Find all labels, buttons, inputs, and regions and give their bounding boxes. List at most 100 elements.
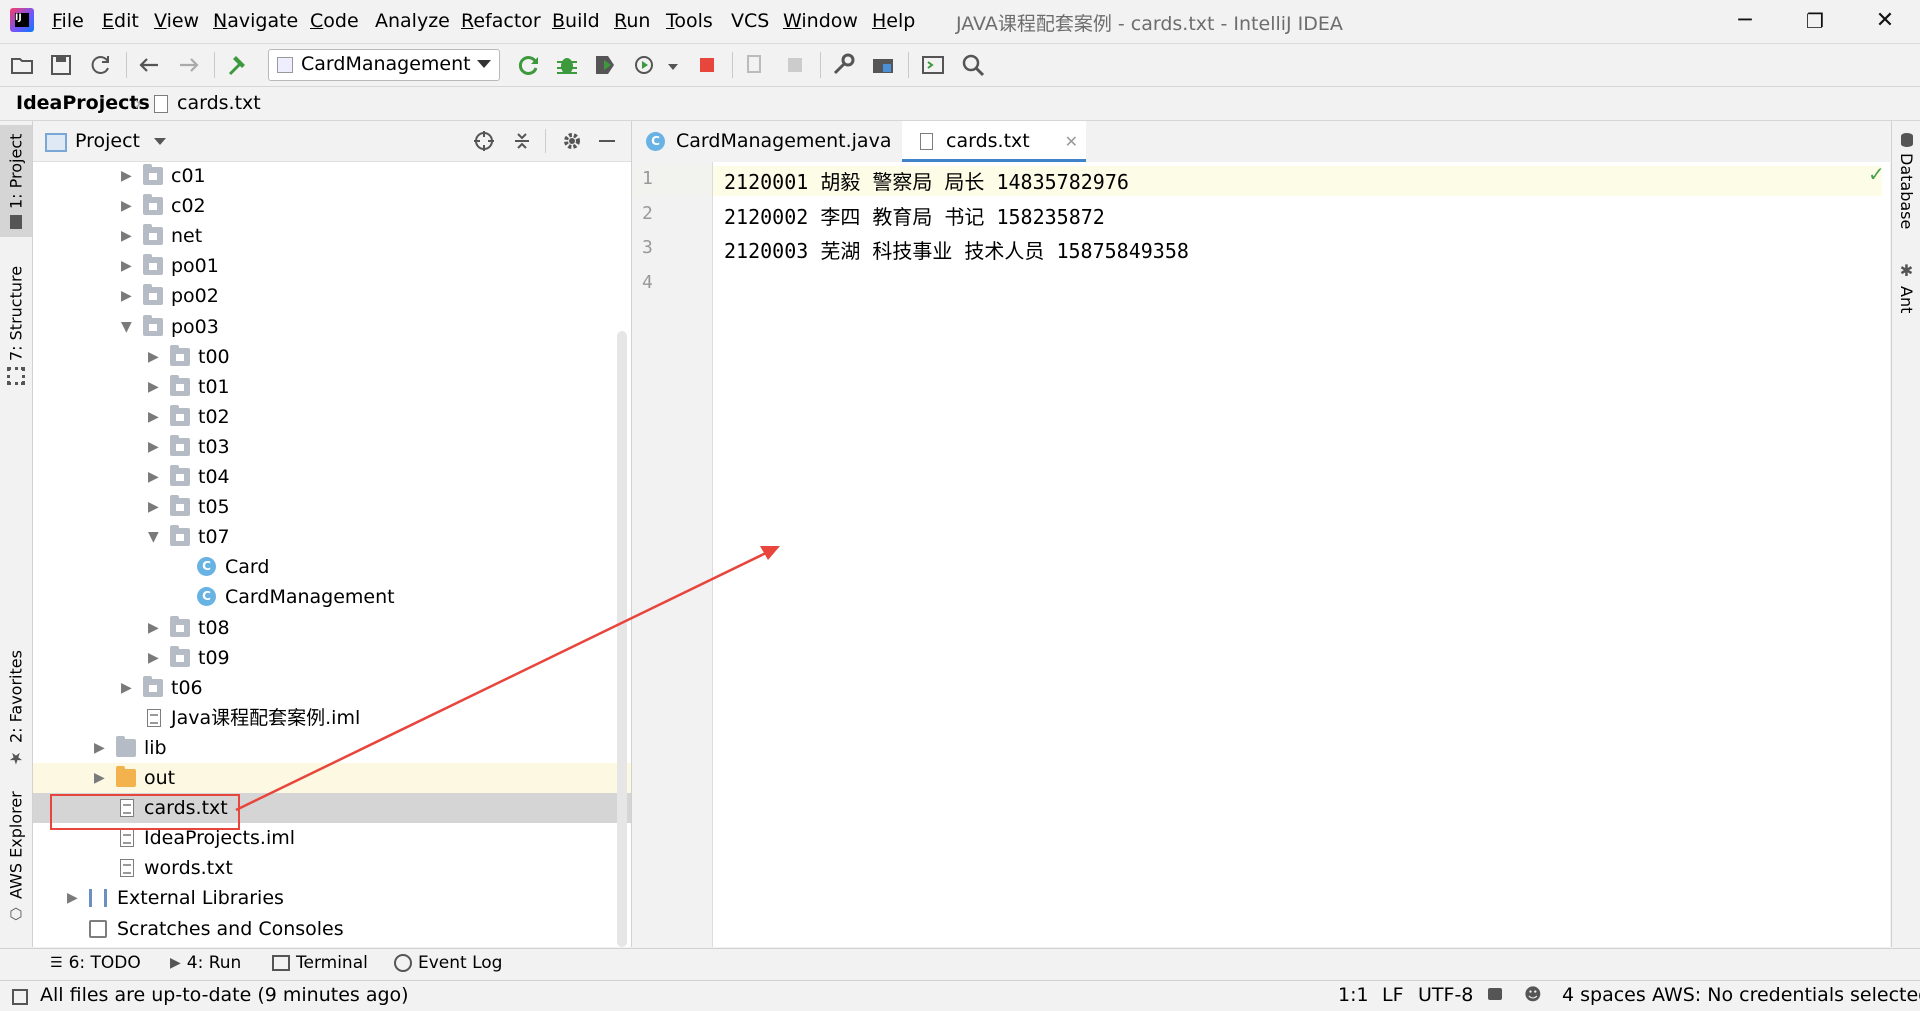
tree-node[interactable]: ▼ t07	[33, 522, 631, 552]
minimize-panel-icon[interactable]	[599, 140, 615, 142]
tree-node[interactable]: ▶ po02	[33, 281, 631, 311]
collapsed-arrow-icon[interactable]: ▶	[121, 251, 132, 281]
coverage-icon[interactable]	[590, 50, 620, 80]
tab-terminal[interactable]: Terminal	[272, 953, 368, 973]
code-line[interactable]: 2120003 芜湖 科技事业 技术人员 15875849358	[724, 235, 1189, 264]
tab-aws-explorer[interactable]: ⬡ AWS Explorer	[0, 791, 32, 923]
tree-node[interactable]: ▶ out	[33, 763, 631, 793]
file-encoding[interactable]: UTF-8	[1418, 984, 1473, 1006]
tree-node[interactable]: ▶ t01	[33, 372, 631, 402]
collapsed-arrow-icon[interactable]: ▶	[121, 161, 132, 191]
locate-crosshair-icon[interactable]	[473, 130, 495, 152]
menu-edit[interactable]: Edit	[102, 10, 139, 32]
lock-icon[interactable]	[1488, 988, 1502, 1000]
menu-vcs[interactable]: VCS	[731, 10, 769, 32]
collapsed-arrow-icon[interactable]: ▶	[148, 643, 159, 673]
forward-arrow-icon[interactable]	[174, 50, 204, 80]
tree-node[interactable]: ▶ t09	[33, 643, 631, 673]
tab-cards-txt[interactable]: cards.txt ✕	[902, 121, 1086, 162]
save-icon[interactable]	[46, 50, 76, 80]
hector-icon[interactable]: ☻	[1524, 985, 1542, 1005]
close-button[interactable]: ✕	[1855, 2, 1915, 40]
collapsed-arrow-icon[interactable]: ▶	[121, 221, 132, 251]
tree-node[interactable]: C Card	[33, 552, 631, 582]
collapsed-arrow-icon[interactable]: ▶	[148, 462, 159, 492]
collapsed-arrow-icon[interactable]: ▶	[94, 733, 105, 763]
status-toggle-icon[interactable]	[12, 989, 28, 1005]
menu-help[interactable]: Help	[872, 10, 915, 32]
collapsed-arrow-icon[interactable]: ▶	[148, 492, 159, 522]
collapsed-arrow-icon[interactable]: ▶	[148, 342, 159, 372]
tree-node[interactable]: ▶ net	[33, 221, 631, 251]
tree-node[interactable]: Scratches and Consoles	[33, 914, 631, 944]
tree-node[interactable]: ▶ po01	[33, 251, 631, 281]
code-line[interactable]: 2120002 李四 教育局 书记 158235872	[724, 201, 1105, 230]
expanded-arrow-icon[interactable]: ▼	[148, 522, 159, 552]
tab-run[interactable]: ▶ 4: Run	[170, 953, 241, 973]
tree-node[interactable]: ▶ c01	[33, 161, 631, 191]
tree-node[interactable]: ▶ lib	[33, 733, 631, 763]
collapsed-arrow-icon[interactable]: ▶	[121, 673, 132, 703]
tree-node[interactable]: ▶ t04	[33, 462, 631, 492]
breadcrumb-project[interactable]: IdeaProjects	[16, 92, 150, 114]
menu-window[interactable]: Window	[783, 10, 858, 32]
gear-icon[interactable]	[561, 130, 583, 152]
tree-node[interactable]: ▶ t06	[33, 673, 631, 703]
tab-favorites[interactable]: ★ 2: Favorites	[0, 649, 32, 769]
caret-position[interactable]: 1:1	[1338, 984, 1369, 1006]
tree-node[interactable]: ▶ t08	[33, 613, 631, 643]
code-line[interactable]: 2120001 胡毅 警察局 局长 14835782976	[724, 166, 1129, 195]
tree-scrollbar[interactable]	[617, 331, 627, 947]
menu-run[interactable]: Run	[614, 10, 650, 32]
project-view-selector[interactable]: Project	[75, 130, 167, 152]
debug-bug-icon[interactable]	[552, 50, 582, 80]
menu-code[interactable]: Code	[310, 10, 359, 32]
text-editor[interactable]: 1 2 3 4 2120001 胡毅 警察局 局长 14835782976 212000…	[632, 162, 1890, 947]
menu-view[interactable]: View	[154, 10, 199, 32]
stop-icon[interactable]	[692, 50, 722, 80]
settings-wrench-icon[interactable]	[828, 50, 858, 80]
tree-node[interactable]: ▶ t05	[33, 492, 631, 522]
tree-node[interactable]: C CardManagement	[33, 582, 631, 612]
restore-button[interactable]: ❐	[1785, 2, 1845, 40]
tree-node[interactable]: ▶ c02	[33, 191, 631, 221]
menu-refactor[interactable]: Refactor	[461, 10, 541, 32]
collapse-all-icon[interactable]	[511, 130, 533, 152]
build-hammer-icon[interactable]	[222, 50, 252, 80]
menu-build[interactable]: Build	[552, 10, 600, 32]
tree-node[interactable]: Java课程配套案例.iml	[33, 703, 631, 733]
tree-node[interactable]: ▶ t02	[33, 402, 631, 432]
search-icon[interactable]	[958, 50, 988, 80]
tree-node[interactable]: ▶ t03	[33, 432, 631, 462]
status-message[interactable]: All files are up-to-date (9 minutes ago)	[40, 984, 409, 1006]
back-arrow-icon[interactable]	[134, 50, 164, 80]
tab-project[interactable]: 1: Project	[0, 125, 32, 237]
tab-ant[interactable]: ✱ Ant	[1892, 261, 1920, 321]
collapsed-arrow-icon[interactable]: ▶	[148, 613, 159, 643]
project-structure-icon[interactable]	[868, 50, 898, 80]
tree-node[interactable]: ▶ t00	[33, 342, 631, 372]
indent-setting[interactable]: 4 spaces	[1562, 984, 1646, 1006]
run-configuration-dropdown[interactable]: CardManagement	[268, 49, 500, 81]
collapsed-arrow-icon[interactable]: ▶	[148, 372, 159, 402]
tab-database[interactable]: Database	[1892, 133, 1920, 243]
collapsed-arrow-icon[interactable]: ▶	[148, 402, 159, 432]
collapsed-arrow-icon[interactable]: ▶	[94, 763, 105, 793]
dump-threads-icon[interactable]	[780, 50, 810, 80]
tree-node[interactable]: ▶ External Libraries	[33, 883, 631, 913]
collapsed-arrow-icon[interactable]: ▶	[67, 883, 78, 913]
collapsed-arrow-icon[interactable]: ▶	[121, 281, 132, 311]
menu-tools[interactable]: Tools	[666, 10, 713, 32]
menu-file[interactable]: File	[52, 10, 84, 32]
collapsed-arrow-icon[interactable]: ▶	[148, 432, 159, 462]
tab-todo[interactable]: ☰ 6: TODO	[50, 953, 141, 973]
menu-navigate[interactable]: Navigate	[213, 10, 298, 32]
profile-dropdown-icon[interactable]	[668, 64, 678, 70]
tab-event-log[interactable]: Event Log	[394, 953, 502, 973]
breadcrumb-file[interactable]: cards.txt	[177, 92, 261, 114]
tree-node[interactable]: words.txt	[33, 853, 631, 883]
tree-node[interactable]: ▼ po03	[33, 312, 631, 342]
line-separator[interactable]: LF	[1382, 984, 1404, 1006]
tab-structure[interactable]: 7: Structure	[0, 261, 32, 389]
sync-icon[interactable]	[86, 50, 116, 80]
